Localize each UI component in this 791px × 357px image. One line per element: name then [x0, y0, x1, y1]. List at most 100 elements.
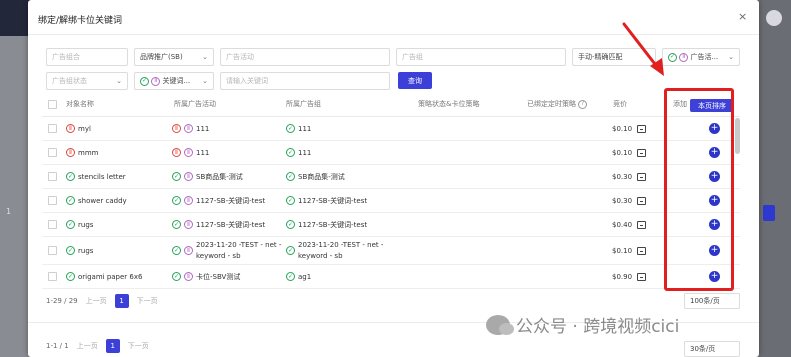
edit-bid-icon[interactable] [637, 172, 647, 181]
paused-status-icon: Ⅱ [172, 124, 181, 133]
next-page-link[interactable]: 下一页 [137, 296, 158, 306]
table-row: ✓ rugs ✓ Ⅱ 1127-SB-关键词-test ✓ 1127-SB-关键词-te… [42, 213, 740, 237]
prev-page-link[interactable]: 上一页 [86, 296, 107, 306]
bid-cell[interactable]: $0.90 [612, 265, 647, 288]
target-cell: ✓ rugs [66, 246, 94, 255]
background-left-panel [0, 36, 28, 357]
page-size-select[interactable]: 30条/页 [684, 341, 740, 357]
ad-status-select[interactable]: ✓ Ⅱ 广告活... ⌄ [662, 48, 740, 66]
bid-cell[interactable]: $0.10 [612, 117, 647, 140]
row-checkbox[interactable] [48, 196, 57, 205]
table-row: ✓ stencils letter ✓ Ⅱ SB商品集-测试 ✓ SB商品集-测试 $0… [42, 165, 740, 189]
row-checkbox[interactable] [48, 124, 57, 133]
edit-bid-icon[interactable] [637, 148, 647, 157]
campaign-select[interactable]: 广告活动 [220, 48, 390, 66]
ad-group-cell: ✓ SB商品集-测试 [286, 172, 345, 181]
table-row: Ⅱmmm Ⅱ Ⅱ 111 ✓ 111 $0.10 + [42, 141, 740, 165]
campaign-status-icon: Ⅱ [184, 196, 193, 205]
bottom-pagination: 1-1 / 1 上一页 1 下一页 [46, 339, 149, 353]
page-size-select[interactable]: 100条/页 [684, 293, 740, 309]
page-current[interactable]: 1 [114, 294, 129, 308]
enabled-status-icon: ✓ [286, 220, 295, 229]
target-cell: ✓ stencils letter [66, 172, 126, 181]
ad-group-cell: ✓ ag1 [286, 272, 312, 281]
background-button[interactable] [763, 205, 775, 221]
row-checkbox[interactable] [48, 148, 57, 157]
ad-group-status-select[interactable]: 广告组状态 ⌄ [46, 72, 128, 90]
col-ad-group: 所属广告组 [286, 100, 321, 108]
close-icon[interactable]: × [738, 10, 747, 23]
row-checkbox[interactable] [48, 272, 57, 281]
ad-group-cell: ✓ 2023-11-20 -TEST - net -keyword - sb [286, 240, 384, 260]
bid-cell[interactable]: $0.30 [612, 165, 647, 188]
help-icon: ? [578, 99, 588, 109]
enabled-status-icon: ✓ [172, 220, 181, 229]
paused-status-icon: Ⅱ [66, 124, 75, 133]
enabled-status-icon: ✓ [66, 220, 75, 229]
row-checkbox[interactable] [48, 172, 57, 181]
pagination: 1-29 / 29 上一页 1 下一页 [46, 294, 158, 308]
paused-status-icon: Ⅱ [66, 148, 75, 157]
pagination-range: 1-29 / 29 [46, 297, 78, 305]
avatar[interactable] [766, 10, 782, 26]
campaign-cell: ✓ Ⅱ 1127-SB-关键词-test [172, 196, 266, 205]
enabled-status-icon: ✓ [286, 272, 295, 281]
table-scrollbar[interactable] [735, 118, 740, 154]
edit-bid-icon[interactable] [637, 196, 647, 205]
campaign-group-select[interactable]: 广告组合 [46, 48, 128, 66]
highlight-box [664, 88, 734, 291]
enabled-status-icon: ✓ [286, 246, 295, 255]
chevron-down-icon: ⌄ [728, 53, 734, 61]
enabled-status-icon: ✓ [286, 148, 295, 157]
prev-page-link[interactable]: 上一页 [77, 341, 98, 351]
col-bid: 竞价 [613, 100, 627, 108]
enabled-status-icon: ✓ [66, 172, 75, 181]
edit-bid-icon[interactable] [637, 220, 647, 229]
enabled-icon: ✓ [140, 76, 149, 86]
modal-title: 绑定/解绑卡位关键词 [38, 16, 123, 26]
target-cell: ✓ rugs [66, 220, 94, 229]
target-cell: ✓ shower caddy [66, 196, 127, 205]
col-strategy: 策略状态&卡位策略 [418, 100, 480, 108]
ad-group-cell: ✓ 111 [286, 124, 312, 133]
enabled-status-icon: ✓ [286, 124, 295, 133]
keyword-status-select[interactable]: ✓ Ⅱ 关键词... ⌄ [134, 72, 214, 90]
chevron-down-icon: ⌄ [202, 53, 208, 61]
edit-bid-icon[interactable] [637, 124, 647, 133]
ad-group-cell: ✓ 111 [286, 148, 312, 157]
ad-group-select[interactable]: 广告组 [396, 48, 566, 66]
ad-group-cell: ✓ 1127-SB-关键词-test [286, 220, 368, 229]
wechat-icon [486, 314, 514, 335]
bid-cell[interactable]: $0.30 [612, 189, 647, 212]
row-checkbox[interactable] [48, 220, 57, 229]
paused-status-icon: Ⅱ [172, 148, 181, 157]
bid-cell[interactable]: $0.40 [612, 213, 647, 236]
campaign-status-icon: Ⅱ [184, 148, 193, 157]
campaign-cell: ✓ Ⅱ 2023-11-20 -TEST - net -keyword - sb [172, 240, 282, 260]
edit-bid-icon[interactable] [637, 272, 647, 281]
enabled-status-icon: ✓ [172, 172, 181, 181]
col-bound-strategy: 已绑定定时策略 ? [527, 93, 588, 115]
page-current[interactable]: 1 [105, 339, 120, 353]
enabled-status-icon: ✓ [66, 272, 75, 281]
keyword-input[interactable]: 请输入关键词 [220, 72, 390, 90]
table-row: ✓ rugs ✓ Ⅱ 2023-11-20 -TEST - net -keyword … [42, 237, 740, 265]
bid-cell[interactable]: $0.10 [612, 141, 647, 164]
campaign-cell: Ⅱ Ⅱ 111 [172, 117, 209, 140]
campaign-status-icon: Ⅱ [184, 246, 193, 255]
bid-cell[interactable]: $0.10 [612, 237, 647, 264]
target-cell: ✓ origami paper 6x6 [66, 272, 143, 281]
chevron-down-icon: ⌄ [116, 77, 122, 85]
campaign-status-icon: Ⅱ [184, 172, 193, 181]
ad-type-select[interactable]: 品牌推广(SB) ⌄ [134, 48, 214, 66]
select-all-checkbox[interactable] [48, 100, 57, 109]
row-checkbox[interactable] [48, 246, 57, 255]
search-button[interactable]: 查询 [398, 72, 432, 89]
background-row-number: 1 [6, 207, 12, 216]
target-cell: Ⅱmyl [66, 117, 91, 140]
edit-bid-icon[interactable] [637, 246, 647, 255]
enabled-status-icon: ✓ [286, 172, 295, 181]
campaign-status-icon: Ⅱ [184, 272, 193, 281]
next-page-link[interactable]: 下一页 [128, 341, 149, 351]
campaign-cell: Ⅱ Ⅱ 111 [172, 141, 209, 164]
